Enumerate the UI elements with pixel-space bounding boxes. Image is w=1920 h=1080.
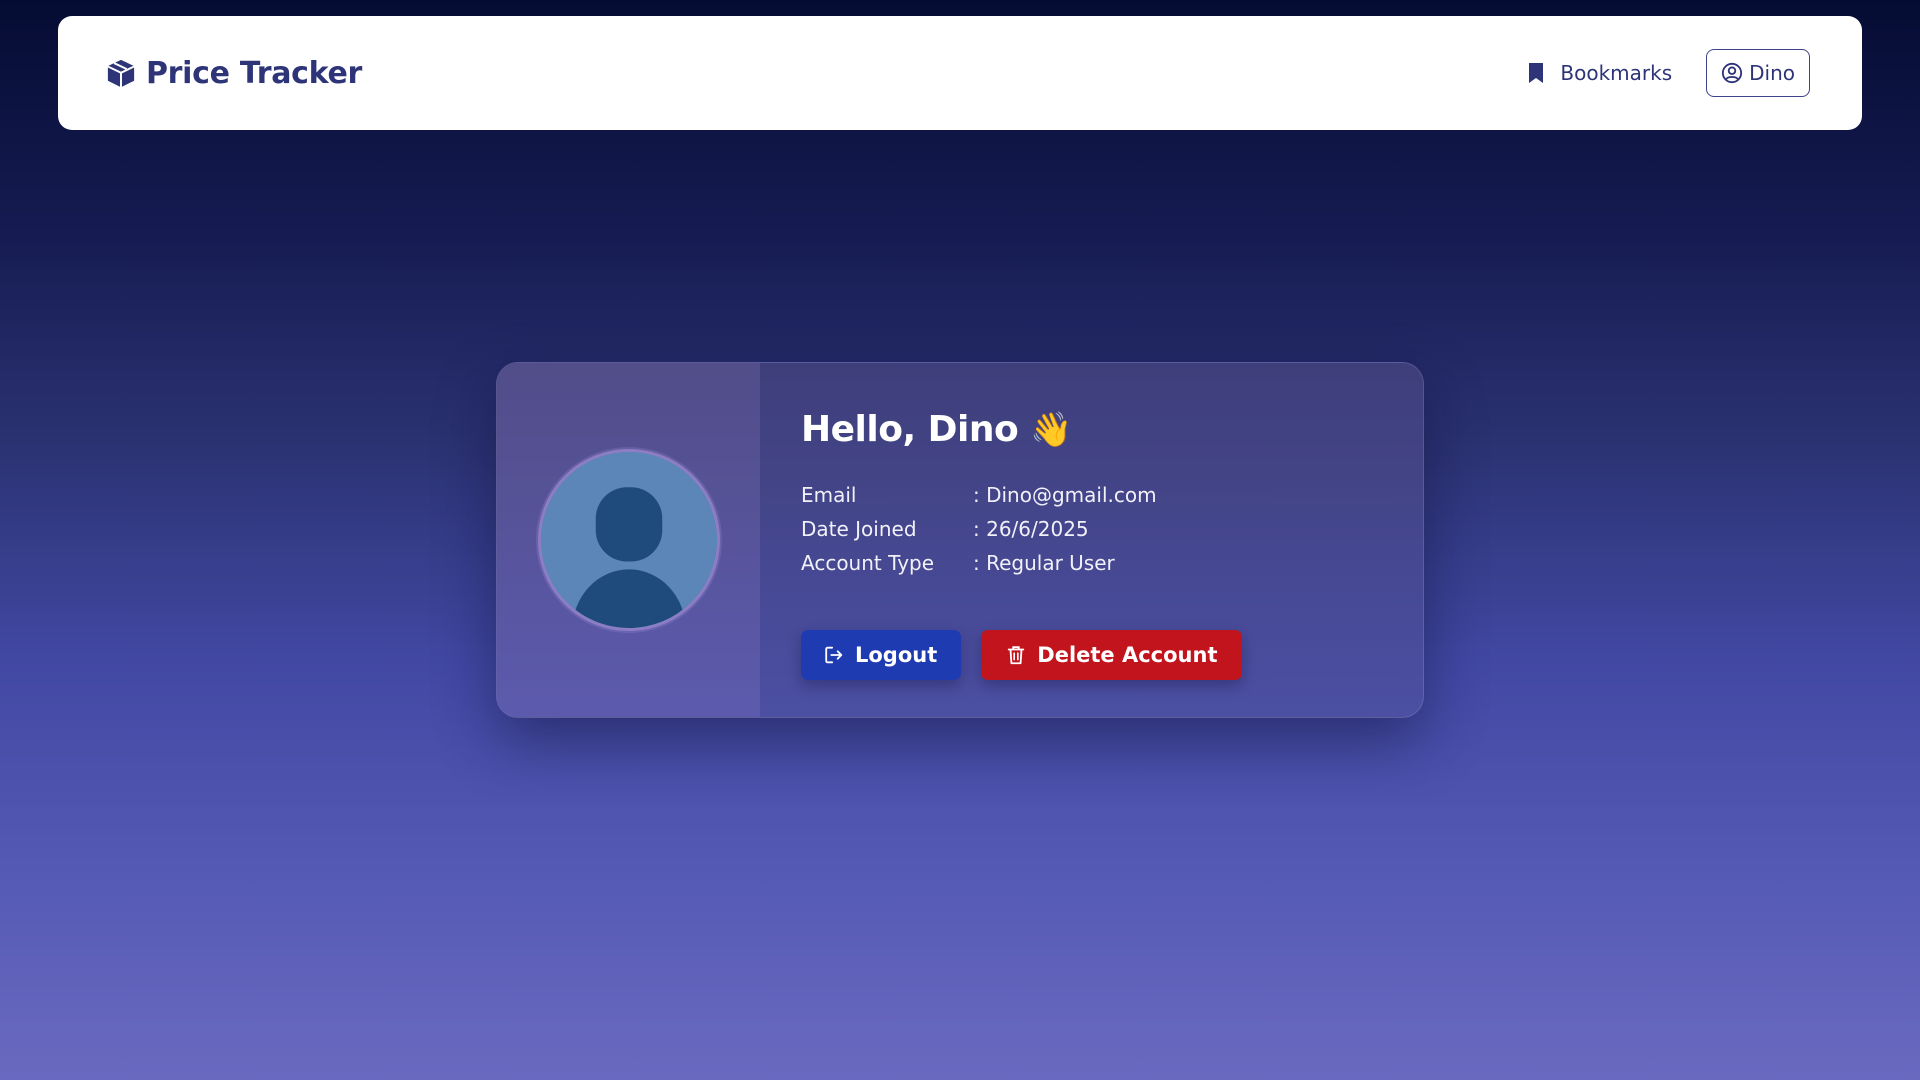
delete-account-button[interactable]: Delete Account [981, 630, 1242, 680]
bookmarks-link[interactable]: Bookmarks [1526, 61, 1672, 85]
profile-details: Email : Dino@gmail.com Date Joined : 26/… [801, 478, 1383, 580]
logout-label: Logout [855, 643, 938, 667]
avatar-panel [497, 363, 760, 717]
profile-card: Hello, Dino 👋 Email : Dino@gmail.com Dat… [496, 362, 1424, 718]
delete-account-label: Delete Account [1037, 643, 1218, 667]
greeting-text: Hello, Dino [801, 409, 1019, 450]
user-menu-label: Dino [1749, 61, 1795, 85]
detail-key: Account Type [801, 551, 935, 575]
detail-key: Date Joined [801, 517, 917, 541]
user-circle-icon [1721, 62, 1743, 84]
logout-icon [823, 644, 845, 666]
detail-row-date-joined: Date Joined : 26/6/2025 [801, 512, 1383, 546]
detail-row-account-type: Account Type : Regular User [801, 546, 1383, 580]
logout-button[interactable]: Logout [801, 630, 962, 680]
brand[interactable]: Price Tracker [106, 56, 362, 91]
detail-value: : 26/6/2025 [973, 517, 1089, 541]
bookmarks-label: Bookmarks [1560, 61, 1673, 85]
detail-value: : Dino@gmail.com [973, 483, 1157, 507]
profile-actions: Logout Delete Account [801, 630, 1383, 680]
trash-icon [1005, 644, 1027, 666]
nav-right: Bookmarks Dino [1526, 49, 1810, 97]
person-placeholder-icon [540, 452, 717, 628]
profile-info: Hello, Dino 👋 Email : Dino@gmail.com Dat… [760, 363, 1423, 717]
box-icon [106, 58, 136, 88]
top-navbar: Price Tracker Bookmarks Dino [58, 16, 1862, 130]
detail-value: : Regular User [973, 551, 1115, 575]
avatar [537, 449, 720, 631]
user-menu-button[interactable]: Dino [1706, 49, 1810, 97]
bookmark-icon [1526, 62, 1546, 84]
wave-emoji: 👋 [1030, 409, 1073, 450]
detail-key: Email [801, 483, 857, 507]
detail-row-email: Email : Dino@gmail.com [801, 478, 1383, 512]
greeting-heading: Hello, Dino 👋 [801, 409, 1383, 450]
brand-name: Price Tracker [146, 55, 363, 91]
